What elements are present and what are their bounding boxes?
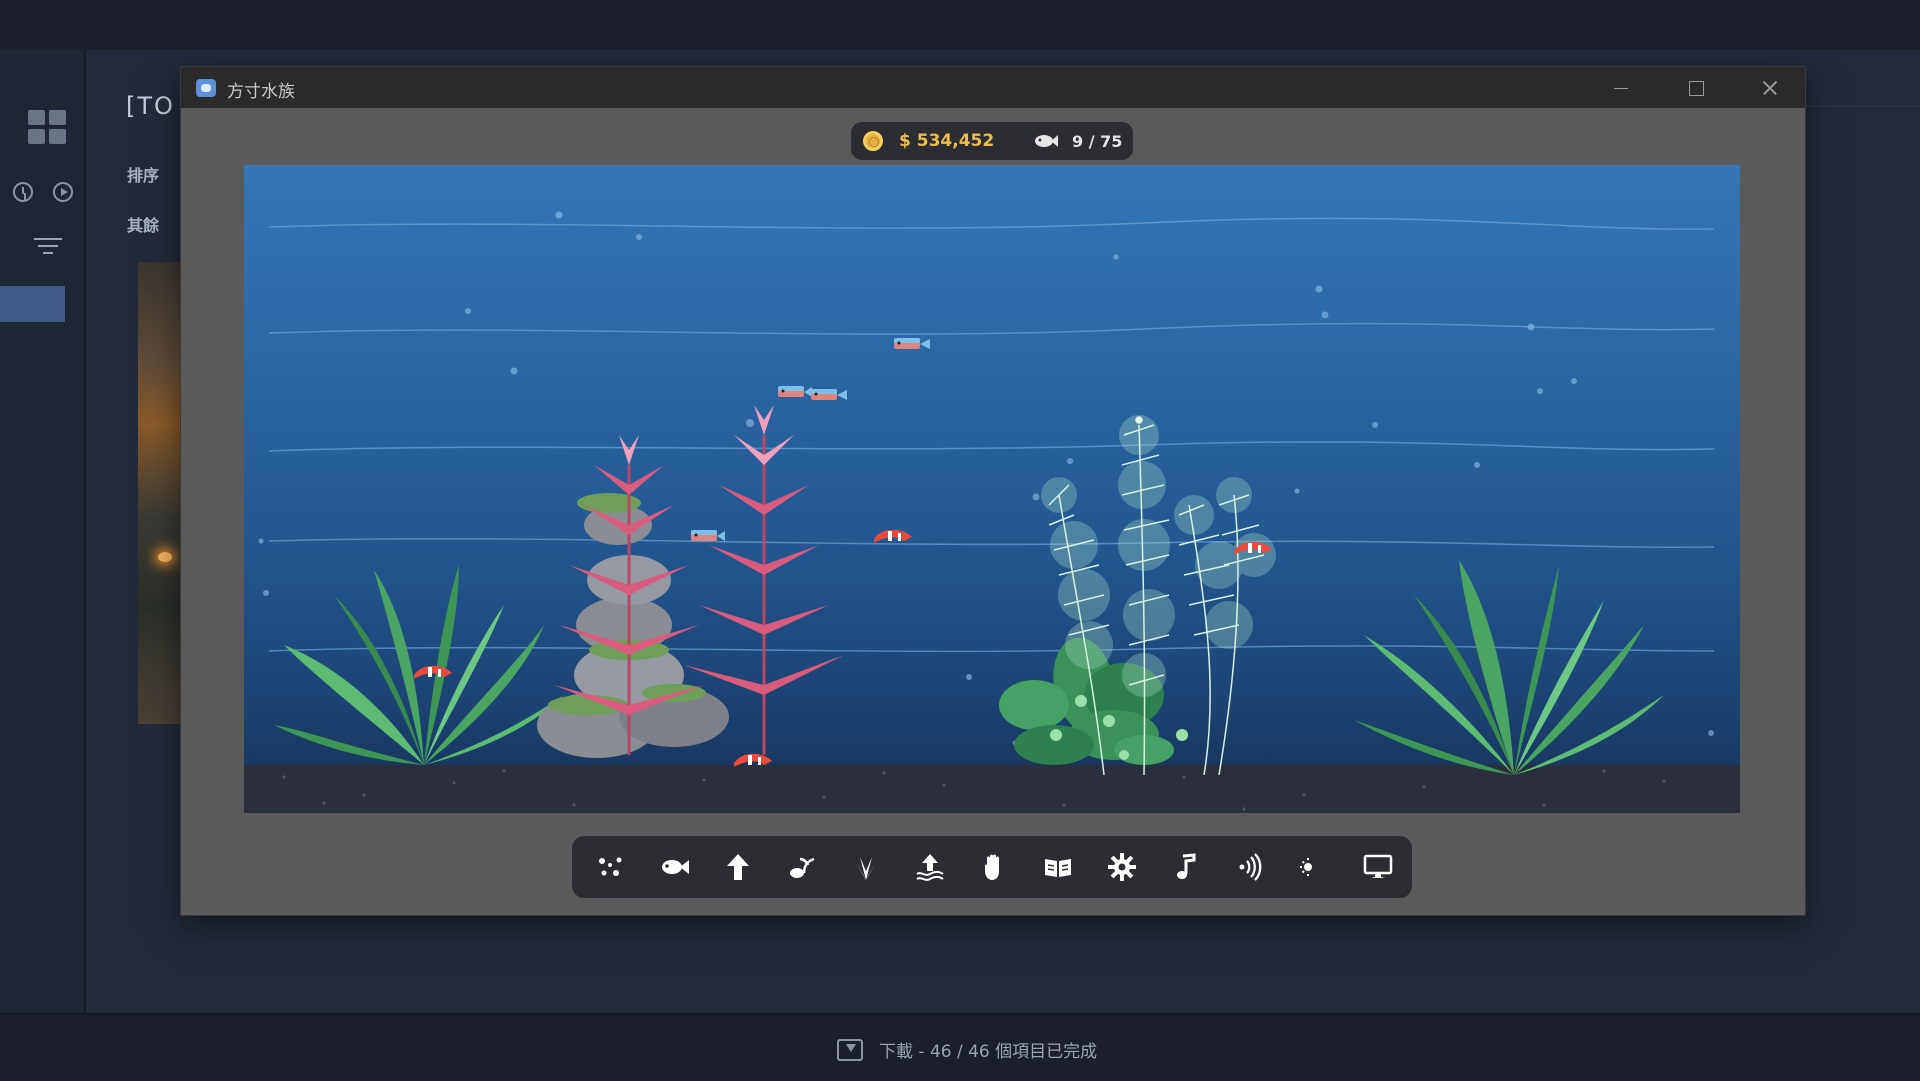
day-night-icon[interactable] xyxy=(1296,849,1332,885)
hand-icon[interactable] xyxy=(976,849,1012,885)
window-title: 方寸水族 xyxy=(227,82,295,102)
green-leafy-plant-right xyxy=(1354,560,1664,775)
sort-label[interactable]: 排序 xyxy=(127,162,159,186)
download-status[interactable]: 下載 - 46 / 46 個項目已完成 xyxy=(879,1037,1097,1062)
launcher-sidebar xyxy=(0,50,86,1013)
water-surface-lines xyxy=(268,217,1715,653)
hud-panel: $ 534,452 9 / 75 xyxy=(851,122,1133,160)
fish-icon xyxy=(1035,135,1058,147)
book-icon[interactable] xyxy=(1040,849,1076,885)
water-level-up-icon[interactable] xyxy=(912,849,948,885)
launcher-top-bar xyxy=(0,0,1920,50)
other-label[interactable]: 其餘 xyxy=(127,212,159,236)
scatter-dots-icon[interactable] xyxy=(592,849,628,885)
shrimp[interactable] xyxy=(874,529,912,543)
game-toolbar xyxy=(572,836,1412,898)
sidebar-selected-item[interactable] xyxy=(0,286,65,322)
divider xyxy=(1805,106,1920,107)
grass-icon[interactable] xyxy=(848,849,884,885)
filter-icon[interactable] xyxy=(34,236,62,256)
close-button[interactable] xyxy=(1755,73,1785,103)
minimize-button[interactable] xyxy=(1606,73,1636,103)
clock-icon[interactable] xyxy=(13,182,33,202)
fish[interactable] xyxy=(811,389,847,400)
fish[interactable] xyxy=(691,530,725,541)
aquarium-tank[interactable] xyxy=(244,165,1740,813)
monitor-icon[interactable] xyxy=(1360,849,1396,885)
maximize-button[interactable] xyxy=(1681,73,1711,103)
coin-icon xyxy=(863,131,883,151)
fish-count: 9 / 75 xyxy=(1072,132,1123,151)
settings-gear-icon[interactable] xyxy=(1104,849,1140,885)
music-note-icon[interactable] xyxy=(1168,849,1204,885)
plant-seedling-icon[interactable] xyxy=(784,849,820,885)
app-icon xyxy=(196,79,216,97)
fish-icon[interactable] xyxy=(656,849,692,885)
arrow-up-icon[interactable] xyxy=(720,849,756,885)
launcher-page-title: [TO xyxy=(126,92,175,120)
play-icon[interactable] xyxy=(53,182,73,202)
money-display: $ 534,452 xyxy=(899,131,995,151)
green-leafy-plant-left xyxy=(274,565,564,765)
download-icon[interactable] xyxy=(837,1039,863,1061)
fish[interactable] xyxy=(894,338,930,349)
sound-waves-icon[interactable] xyxy=(1232,849,1268,885)
fish[interactable] xyxy=(778,386,812,397)
grid-view-icon[interactable] xyxy=(28,110,68,146)
game-cover-art[interactable] xyxy=(138,262,182,724)
window-titlebar[interactable]: 方寸水族 xyxy=(181,67,1805,108)
